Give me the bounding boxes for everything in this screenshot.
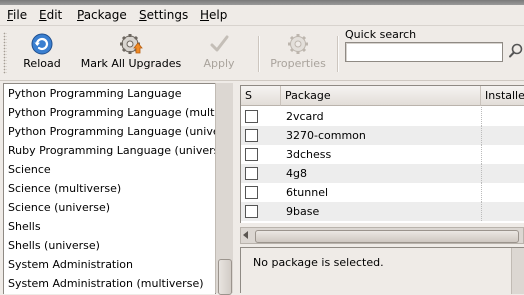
apply-label: Apply: [203, 57, 235, 70]
category-list-scroll-thumb[interactable]: [218, 259, 232, 295]
column-header-installed[interactable]: Installe: [481, 86, 524, 106]
menu-bar: File Edit Package Settings Help: [0, 5, 524, 26]
status-checkbox[interactable]: [245, 110, 258, 123]
table-row[interactable]: 2vcard: [241, 107, 524, 126]
quick-search-label: Quick search: [345, 28, 417, 41]
category-item[interactable]: System Administration (multiverse): [8, 274, 204, 293]
package-name: 9base: [286, 205, 320, 218]
package-name: 4g8: [286, 167, 307, 180]
menu-package-mnemonic: P: [77, 8, 84, 22]
menu-edit-mnemonic: E: [39, 8, 47, 22]
menu-edit[interactable]: Edit: [39, 7, 62, 23]
reload-label: Reload: [23, 57, 61, 70]
table-row[interactable]: 3dchess: [241, 145, 524, 164]
description-scrollbar[interactable]: [511, 248, 524, 294]
category-item[interactable]: Python Programming Language (multi: [8, 103, 215, 122]
package-description-text: No package is selected.: [253, 256, 384, 269]
category-item[interactable]: Science (multiverse): [8, 179, 121, 198]
package-name: 6tunnel: [286, 186, 329, 199]
category-item[interactable]: Science: [8, 160, 51, 179]
menu-help-mnemonic: H: [200, 8, 210, 22]
package-name: 2vcard: [286, 110, 324, 123]
category-item[interactable]: System Administration: [8, 255, 133, 274]
category-item[interactable]: Python Programming Language (unive: [8, 122, 215, 141]
gear-icon: [288, 34, 308, 54]
menu-help[interactable]: Help: [200, 7, 227, 23]
menu-file-label: ile: [13, 8, 28, 22]
menu-settings[interactable]: Settings: [139, 7, 188, 23]
mark-all-upgrades-button[interactable]: Mark All Upgrades: [76, 30, 186, 76]
status-checkbox[interactable]: [245, 148, 258, 161]
menu-settings-label: ettings: [146, 8, 189, 22]
quick-search-input[interactable]: [345, 42, 503, 62]
status-checkbox[interactable]: [245, 167, 258, 180]
package-table-hscrollbar[interactable]: [240, 227, 524, 244]
toolbar-grip[interactable]: [3, 32, 7, 74]
installed-version-cell: [481, 107, 524, 126]
search-icon[interactable]: [508, 42, 524, 60]
pane-divider[interactable]: [235, 83, 238, 293]
installed-version-cell: [481, 164, 524, 183]
menu-help-label: elp: [209, 8, 228, 22]
package-table: S Package Installe 2vcard 3270-common 3d…: [240, 85, 524, 223]
properties-label: Properties: [270, 57, 326, 70]
installed-version-cell: [481, 126, 524, 145]
column-header-status[interactable]: S: [241, 86, 281, 106]
package-table-hscroll-thumb[interactable]: [255, 230, 519, 243]
properties-button[interactable]: Properties: [266, 30, 330, 76]
menu-settings-mnemonic: S: [139, 8, 147, 22]
upgrade-gear-icon: [120, 34, 143, 54]
apply-button[interactable]: Apply: [196, 30, 242, 76]
table-row[interactable]: 9base: [241, 202, 524, 221]
package-name: 3270-common: [286, 129, 366, 142]
menu-package[interactable]: Package: [77, 7, 127, 23]
menu-edit-label: dit: [46, 8, 63, 22]
reload-icon: [31, 33, 53, 55]
toolbar-separator: [258, 36, 260, 72]
table-row[interactable]: 4g8: [241, 164, 524, 183]
category-list[interactable]: Python Programming Language Python Progr…: [3, 83, 216, 294]
category-item[interactable]: Ruby Programming Language (univers: [8, 141, 215, 160]
mark-all-upgrades-label: Mark All Upgrades: [80, 57, 182, 70]
toolbar-separator: [337, 36, 339, 72]
installed-version-cell: [481, 202, 524, 221]
installed-version-cell: [481, 183, 524, 202]
category-list-scrollbar[interactable]: [215, 83, 233, 295]
package-name: 3dchess: [286, 148, 332, 161]
table-row[interactable]: 3270-common: [241, 126, 524, 145]
category-item[interactable]: Shells: [8, 217, 41, 236]
category-item[interactable]: Science (universe): [8, 198, 110, 217]
scroll-left-arrow-icon[interactable]: [243, 231, 248, 239]
status-checkbox[interactable]: [245, 186, 258, 199]
status-checkbox[interactable]: [245, 205, 258, 218]
category-item[interactable]: Shells (universe): [8, 236, 100, 255]
menu-file[interactable]: File: [7, 7, 27, 23]
category-item[interactable]: Python Programming Language: [8, 84, 182, 103]
installed-version-cell: [481, 145, 524, 164]
column-header-package[interactable]: Package: [281, 86, 481, 106]
menu-package-label: ackage: [83, 8, 127, 22]
package-description-pane: No package is selected.: [240, 247, 524, 294]
checkmark-icon: [210, 35, 229, 52]
status-checkbox[interactable]: [245, 129, 258, 142]
reload-button[interactable]: Reload: [14, 30, 70, 76]
table-row[interactable]: 6tunnel: [241, 183, 524, 202]
